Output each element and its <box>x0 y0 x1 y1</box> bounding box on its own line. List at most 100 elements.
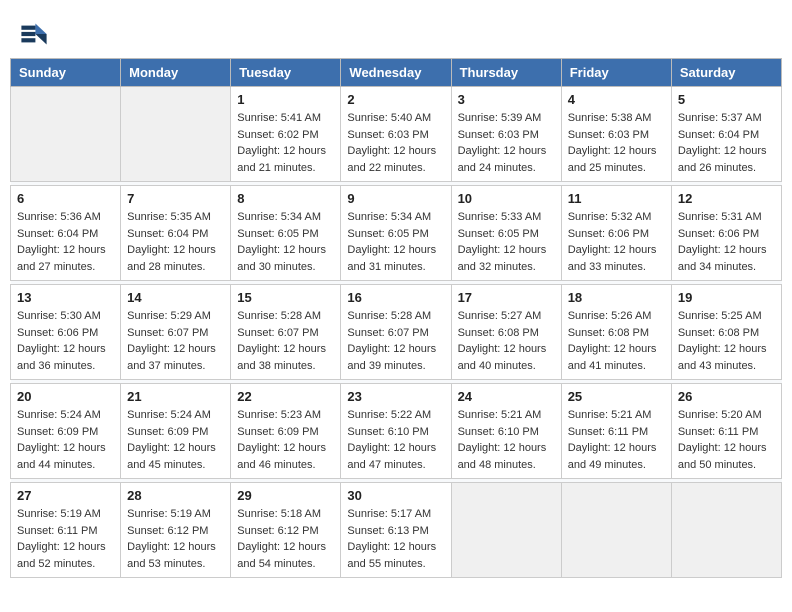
calendar-cell: 20 Sunrise: 5:24 AMSunset: 6:09 PMDayligh… <box>11 384 121 479</box>
day-info: Sunrise: 5:41 AMSunset: 6:02 PMDaylight:… <box>237 110 334 176</box>
day-info: Sunrise: 5:34 AMSunset: 6:05 PMDaylight:… <box>237 209 334 275</box>
day-info: Sunrise: 5:21 AMSunset: 6:10 PMDaylight:… <box>458 407 555 473</box>
logo <box>20 20 52 48</box>
calendar-cell: 1 Sunrise: 5:41 AMSunset: 6:02 PMDaylight… <box>231 87 341 182</box>
day-number: 5 <box>678 92 775 107</box>
day-number: 27 <box>17 488 114 503</box>
calendar-cell: 28Sunrise: 5:19 AMSunset: 6:12 PMDayligh… <box>121 483 231 578</box>
calendar-week-row: 20 Sunrise: 5:24 AMSunset: 6:09 PMDayligh… <box>11 384 782 479</box>
calendar-cell: 6 Sunrise: 5:36 AMSunset: 6:04 PMDaylight… <box>11 186 121 281</box>
calendar-cell: 29 Sunrise: 5:18 AMSunset: 6:12 PMDayligh… <box>231 483 341 578</box>
calendar-cell: 13Sunrise: 5:30 AMSunset: 6:06 PMDayligh… <box>11 285 121 380</box>
day-number: 18 <box>568 290 665 305</box>
day-number: 16 <box>347 290 444 305</box>
day-number: 11 <box>568 191 665 206</box>
calendar-cell: 19 Sunrise: 5:25 AMSunset: 6:08 PMDayligh… <box>671 285 781 380</box>
calendar-cell <box>561 483 671 578</box>
calendar-table: SundayMondayTuesdayWednesdayThursdayFrid… <box>10 58 782 578</box>
calendar-header-row: SundayMondayTuesdayWednesdayThursdayFrid… <box>11 59 782 87</box>
day-number: 20 <box>17 389 114 404</box>
day-number: 9 <box>347 191 444 206</box>
day-number: 25 <box>568 389 665 404</box>
day-number: 3 <box>458 92 555 107</box>
day-header: Thursday <box>451 59 561 87</box>
day-number: 17 <box>458 290 555 305</box>
day-info: Sunrise: 5:23 AMSunset: 6:09 PMDaylight:… <box>237 407 334 473</box>
day-info: Sunrise: 5:40 AMSunset: 6:03 PMDaylight:… <box>347 110 444 176</box>
calendar-cell: 11 Sunrise: 5:32 AMSunset: 6:06 PMDayligh… <box>561 186 671 281</box>
day-info: Sunrise: 5:25 AMSunset: 6:08 PMDaylight:… <box>678 308 775 374</box>
day-number: 14 <box>127 290 224 305</box>
calendar-cell: 15 Sunrise: 5:28 AMSunset: 6:07 PMDayligh… <box>231 285 341 380</box>
day-info: Sunrise: 5:32 AMSunset: 6:06 PMDaylight:… <box>568 209 665 275</box>
calendar-cell: 8 Sunrise: 5:34 AMSunset: 6:05 PMDaylight… <box>231 186 341 281</box>
day-number: 26 <box>678 389 775 404</box>
calendar-cell: 7 Sunrise: 5:35 AMSunset: 6:04 PMDaylight… <box>121 186 231 281</box>
calendar-cell: 3 Sunrise: 5:39 AMSunset: 6:03 PMDaylight… <box>451 87 561 182</box>
calendar-cell: 25 Sunrise: 5:21 AMSunset: 6:11 PMDayligh… <box>561 384 671 479</box>
day-info: Sunrise: 5:28 AMSunset: 6:07 PMDaylight:… <box>347 308 444 374</box>
day-number: 29 <box>237 488 334 503</box>
calendar-cell: 24 Sunrise: 5:21 AMSunset: 6:10 PMDayligh… <box>451 384 561 479</box>
calendar-cell: 9Sunrise: 5:34 AMSunset: 6:05 PMDaylight… <box>341 186 451 281</box>
calendar-cell <box>121 87 231 182</box>
day-info: Sunrise: 5:39 AMSunset: 6:03 PMDaylight:… <box>458 110 555 176</box>
calendar-week-row: 6 Sunrise: 5:36 AMSunset: 6:04 PMDaylight… <box>11 186 782 281</box>
calendar-cell: 5 Sunrise: 5:37 AMSunset: 6:04 PMDaylight… <box>671 87 781 182</box>
day-number: 10 <box>458 191 555 206</box>
day-number: 6 <box>17 191 114 206</box>
calendar-week-row: 27 Sunrise: 5:19 AMSunset: 6:11 PMDayligh… <box>11 483 782 578</box>
day-number: 2 <box>347 92 444 107</box>
day-info: Sunrise: 5:36 AMSunset: 6:04 PMDaylight:… <box>17 209 114 275</box>
day-info: Sunrise: 5:31 AMSunset: 6:06 PMDaylight:… <box>678 209 775 275</box>
calendar-cell: 21Sunrise: 5:24 AMSunset: 6:09 PMDayligh… <box>121 384 231 479</box>
day-info: Sunrise: 5:28 AMSunset: 6:07 PMDaylight:… <box>237 308 334 374</box>
day-number: 19 <box>678 290 775 305</box>
day-header: Sunday <box>11 59 121 87</box>
day-header: Wednesday <box>341 59 451 87</box>
day-info: Sunrise: 5:20 AMSunset: 6:11 PMDaylight:… <box>678 407 775 473</box>
calendar-cell <box>11 87 121 182</box>
day-number: 23 <box>347 389 444 404</box>
calendar-cell: 2 Sunrise: 5:40 AMSunset: 6:03 PMDaylight… <box>341 87 451 182</box>
day-info: Sunrise: 5:37 AMSunset: 6:04 PMDaylight:… <box>678 110 775 176</box>
day-number: 1 <box>237 92 334 107</box>
day-info: Sunrise: 5:27 AMSunset: 6:08 PMDaylight:… <box>458 308 555 374</box>
day-info: Sunrise: 5:30 AMSunset: 6:06 PMDaylight:… <box>17 308 114 374</box>
day-info: Sunrise: 5:19 AMSunset: 6:11 PMDaylight:… <box>17 506 114 572</box>
day-number: 8 <box>237 191 334 206</box>
calendar-week-row: 13Sunrise: 5:30 AMSunset: 6:06 PMDayligh… <box>11 285 782 380</box>
calendar-week-row: 1 Sunrise: 5:41 AMSunset: 6:02 PMDaylight… <box>11 87 782 182</box>
calendar-cell: 16 Sunrise: 5:28 AMSunset: 6:07 PMDayligh… <box>341 285 451 380</box>
day-info: Sunrise: 5:24 AMSunset: 6:09 PMDaylight:… <box>127 407 224 473</box>
day-header: Friday <box>561 59 671 87</box>
page-header <box>10 10 782 53</box>
calendar-cell: 12 Sunrise: 5:31 AMSunset: 6:06 PMDayligh… <box>671 186 781 281</box>
day-number: 24 <box>458 389 555 404</box>
day-header: Monday <box>121 59 231 87</box>
calendar-cell: 26 Sunrise: 5:20 AMSunset: 6:11 PMDayligh… <box>671 384 781 479</box>
calendar-cell: 23 Sunrise: 5:22 AMSunset: 6:10 PMDayligh… <box>341 384 451 479</box>
day-info: Sunrise: 5:26 AMSunset: 6:08 PMDaylight:… <box>568 308 665 374</box>
calendar-cell <box>671 483 781 578</box>
calendar-cell: 18 Sunrise: 5:26 AMSunset: 6:08 PMDayligh… <box>561 285 671 380</box>
day-number: 15 <box>237 290 334 305</box>
logo-icon <box>20 20 48 48</box>
day-number: 12 <box>678 191 775 206</box>
day-header: Saturday <box>671 59 781 87</box>
day-number: 4 <box>568 92 665 107</box>
day-number: 28 <box>127 488 224 503</box>
day-info: Sunrise: 5:35 AMSunset: 6:04 PMDaylight:… <box>127 209 224 275</box>
day-info: Sunrise: 5:38 AMSunset: 6:03 PMDaylight:… <box>568 110 665 176</box>
day-info: Sunrise: 5:18 AMSunset: 6:12 PMDaylight:… <box>237 506 334 572</box>
calendar-cell: 17 Sunrise: 5:27 AMSunset: 6:08 PMDayligh… <box>451 285 561 380</box>
calendar-cell: 4 Sunrise: 5:38 AMSunset: 6:03 PMDaylight… <box>561 87 671 182</box>
calendar-cell: 22 Sunrise: 5:23 AMSunset: 6:09 PMDayligh… <box>231 384 341 479</box>
day-number: 30 <box>347 488 444 503</box>
day-info: Sunrise: 5:21 AMSunset: 6:11 PMDaylight:… <box>568 407 665 473</box>
day-number: 22 <box>237 389 334 404</box>
day-info: Sunrise: 5:24 AMSunset: 6:09 PMDaylight:… <box>17 407 114 473</box>
day-number: 7 <box>127 191 224 206</box>
day-info: Sunrise: 5:29 AMSunset: 6:07 PMDaylight:… <box>127 308 224 374</box>
day-info: Sunrise: 5:22 AMSunset: 6:10 PMDaylight:… <box>347 407 444 473</box>
